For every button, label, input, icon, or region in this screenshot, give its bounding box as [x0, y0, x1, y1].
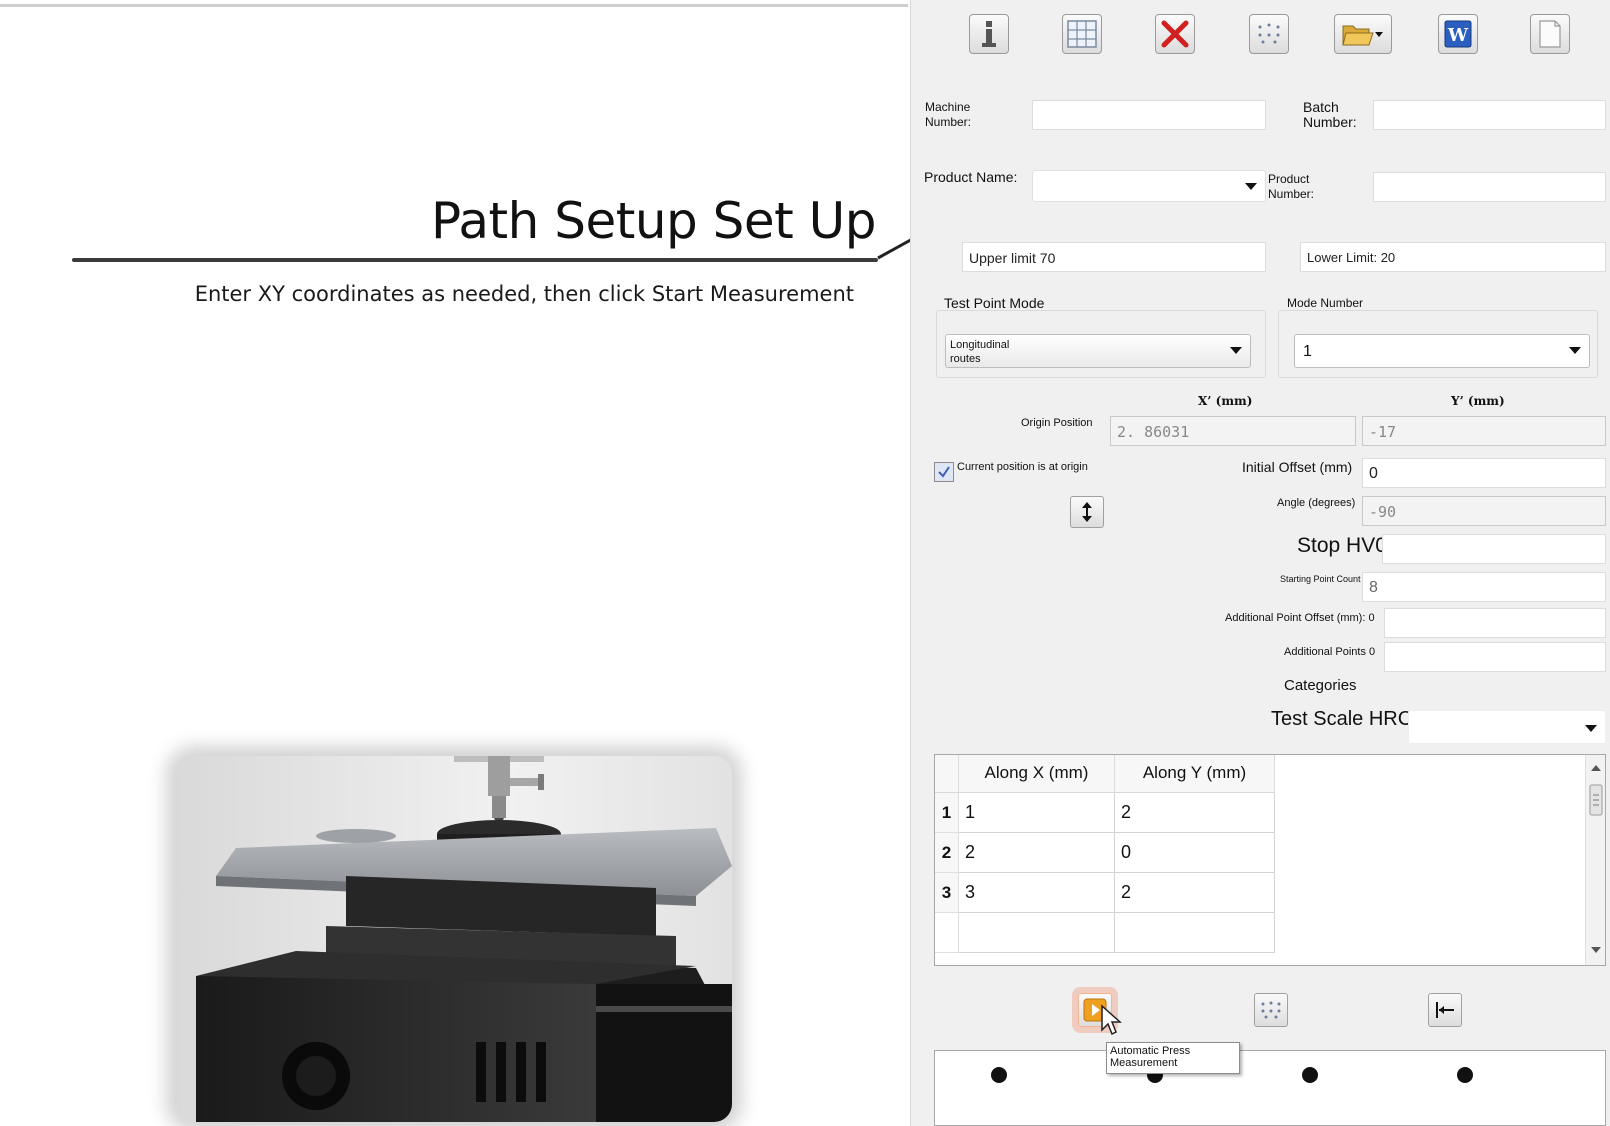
table-scrollbar[interactable]: [1585, 755, 1605, 965]
svg-text:W: W: [1447, 25, 1469, 46]
grid-icon: [1067, 20, 1097, 48]
scroll-up-icon: [1591, 765, 1601, 771]
additional-point-offset-label: Additional Point Offset (mm): 0: [1225, 612, 1375, 624]
checkmark-icon: [938, 466, 950, 478]
table-cell-y[interactable]: 2: [1115, 793, 1275, 833]
slide-subtitle: Enter XY coordinates as needed, then cli…: [194, 282, 854, 306]
additional-points-field[interactable]: [1384, 642, 1606, 672]
initial-offset-field[interactable]: 0: [1362, 458, 1606, 488]
machine-number-label: Machine Number:: [925, 100, 972, 129]
chevron-down-icon: [1375, 32, 1383, 37]
starting-point-count-label: Starting Point Count: [1280, 574, 1361, 584]
test-point-mode-select[interactable]: Longitudinal routes: [945, 334, 1251, 368]
origin-position-label: Origin Position: [1021, 417, 1093, 429]
slide-area: Path Setup Set Up Enter XY coordinates a…: [0, 0, 910, 1126]
machine-number-input[interactable]: [1032, 100, 1266, 130]
column-header-x[interactable]: Along X (mm): [959, 755, 1115, 793]
angle-label: Angle (degrees): [1277, 497, 1356, 509]
slide-title: Path Setup Set Up: [431, 192, 877, 250]
test-scale-label: Test Scale HRC: [1271, 708, 1413, 730]
word-export-icon: W: [1444, 20, 1472, 48]
table-corner: [935, 755, 959, 793]
grid-button[interactable]: [1062, 14, 1102, 54]
product-number-input[interactable]: [1373, 172, 1606, 202]
product-number-label: Product Number:: [1268, 172, 1315, 201]
path-points-icon: [1261, 1001, 1281, 1019]
hardness-tester-illustration: [176, 756, 732, 1122]
test-point-mode-label: Test Point Mode: [944, 295, 1045, 311]
preview-point: [1457, 1067, 1473, 1083]
current-at-origin-checkbox[interactable]: [934, 462, 954, 482]
chevron-down-icon: [1585, 725, 1597, 732]
new-document-icon: [1539, 20, 1561, 48]
column-header-y[interactable]: Along Y (mm): [1115, 755, 1275, 793]
additional-point-offset-field[interactable]: [1384, 608, 1606, 638]
categories-label: Categories: [1284, 677, 1357, 694]
test-scale-select[interactable]: [1408, 710, 1606, 744]
upper-limit-field[interactable]: Upper limit 70: [962, 242, 1266, 272]
table-cell-y[interactable]: 0: [1115, 833, 1275, 873]
open-folder-icon: [1342, 25, 1383, 46]
origin-y-field[interactable]: -17: [1362, 416, 1606, 446]
y-coordinate-header: Y’ (mm): [1451, 394, 1505, 408]
current-at-origin-label: Current position is at origin: [957, 461, 1088, 473]
row-header-empty[interactable]: [935, 913, 959, 953]
test-point-mode-value: Longitudinal routes: [950, 339, 1010, 365]
chevron-down-icon: [1245, 183, 1257, 190]
mode-number-value: 1: [1303, 343, 1312, 360]
row-header[interactable]: 2: [935, 833, 959, 873]
table-cell-x[interactable]: 2: [959, 833, 1115, 873]
preview-point: [1302, 1067, 1318, 1083]
batch-number-label: Batch Number:: [1303, 99, 1357, 130]
scroll-down-icon: [1591, 947, 1601, 953]
mode-number-select[interactable]: 1: [1294, 334, 1590, 368]
top-divider: [0, 4, 908, 7]
table-cell-x[interactable]: 1: [959, 793, 1115, 833]
starting-point-count-field[interactable]: 8: [1362, 572, 1606, 602]
chevron-down-icon: [1569, 347, 1581, 354]
table-cell-x[interactable]: 3: [959, 873, 1115, 913]
info-icon: [982, 21, 996, 47]
mode-number-label: Mode Number: [1287, 296, 1364, 310]
table-cell-empty[interactable]: [959, 913, 1115, 953]
row-header[interactable]: 3: [935, 873, 959, 913]
return-origin-button[interactable]: [1428, 993, 1462, 1027]
chevron-down-icon: [1230, 347, 1242, 354]
open-file-button[interactable]: [1334, 14, 1392, 54]
initial-offset-label: Initial Offset (mm): [1242, 459, 1353, 475]
vertical-arrows-icon: [1082, 502, 1092, 522]
new-document-button[interactable]: [1530, 14, 1570, 54]
swap-axis-button[interactable]: [1070, 496, 1104, 528]
point-preview-area: [934, 1050, 1606, 1126]
path-points-icon: [1258, 23, 1280, 44]
coordinates-table: Along X (mm) Along Y (mm) 1 1 2 2 2 0 3 …: [934, 754, 1606, 966]
info-button[interactable]: [969, 14, 1009, 54]
path-preview-button[interactable]: [1254, 993, 1288, 1027]
title-underline: [72, 258, 878, 262]
export-word-button[interactable]: W: [1438, 14, 1478, 54]
row-header[interactable]: 1: [935, 793, 959, 833]
batch-number-input[interactable]: [1373, 100, 1606, 130]
preview-point: [991, 1067, 1007, 1083]
product-name-select[interactable]: [1032, 170, 1266, 202]
start-measurement-tooltip: Automatic Press Measurement: [1106, 1042, 1240, 1074]
x-coordinate-header: X’ (mm): [1198, 394, 1253, 408]
angle-field[interactable]: -90: [1362, 496, 1606, 526]
product-name-label: Product Name:: [924, 169, 1018, 185]
delete-button[interactable]: [1155, 14, 1195, 54]
delete-icon: [1161, 20, 1189, 48]
table-cell-empty[interactable]: [1115, 913, 1275, 953]
hardness-tester-photo: [176, 756, 732, 1122]
table-cell-y[interactable]: 2: [1115, 873, 1275, 913]
lower-limit-field[interactable]: Lower Limit: 20: [1300, 242, 1606, 272]
stop-label: Stop HV0: [1297, 534, 1387, 557]
origin-x-field[interactable]: 2. 86031: [1110, 416, 1356, 446]
stop-field[interactable]: [1382, 534, 1606, 564]
scrollbar-graphic: [1589, 765, 1603, 953]
additional-points-label: Additional Points 0: [1284, 646, 1376, 658]
mouse-cursor-icon: [1101, 1004, 1122, 1036]
arrow-to-left-bar-icon: [1436, 1002, 1454, 1018]
path-setup-button[interactable]: [1249, 14, 1289, 54]
